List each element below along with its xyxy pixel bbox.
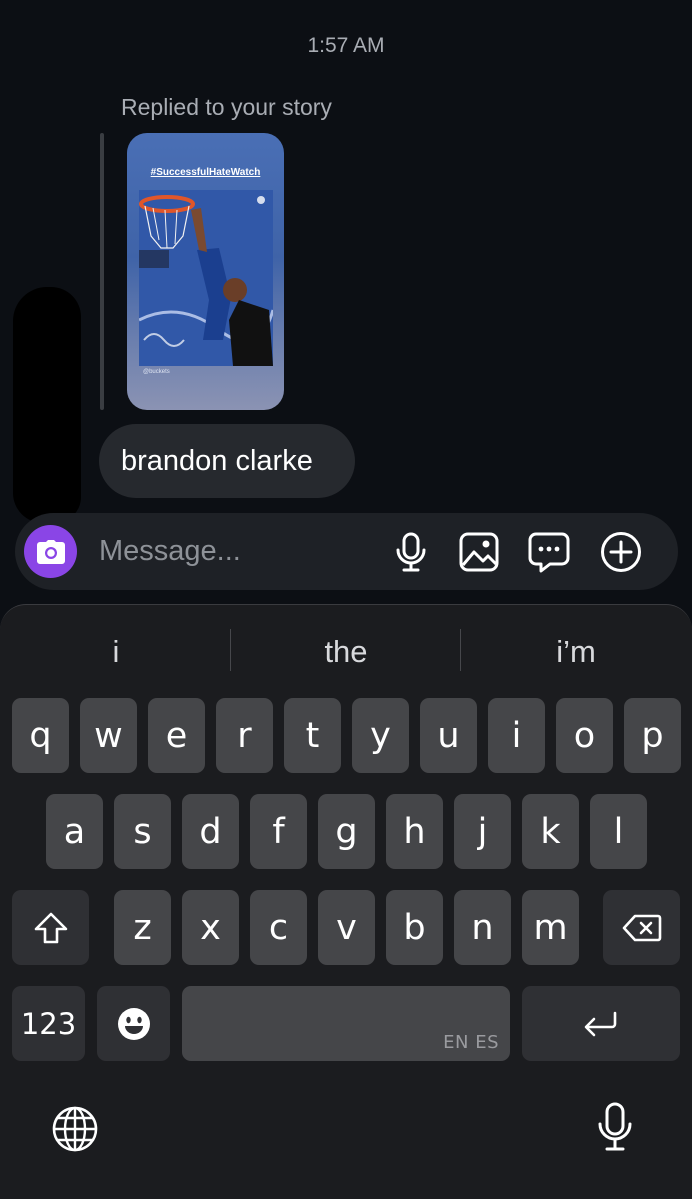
key-g[interactable]: g [318,794,375,869]
return-key[interactable] [522,986,680,1061]
image-icon [459,532,499,572]
reply-bar [100,133,104,410]
key-c[interactable]: c [250,890,307,965]
shift-icon [34,912,67,943]
message-bubble[interactable]: brandon clarke [99,424,355,498]
more-button[interactable] [599,530,643,574]
timestamp: 1:57 AM [307,34,385,57]
delete-key[interactable] [603,890,680,965]
story-hashtag: #SuccessfulHateWatch [150,167,261,178]
key-x[interactable]: x [182,890,239,965]
gallery-button[interactable] [457,530,501,574]
key-p[interactable]: p [624,698,681,773]
space-key[interactable]: EN ES [182,986,510,1061]
sticker-chat-icon [528,532,570,573]
return-icon [584,1011,617,1036]
dictation-mic-icon [598,1102,632,1151]
keyboard: i the i’m q w e r t y u i o p a s d f g … [0,604,692,1199]
key-t[interactable]: t [284,698,341,773]
key-v[interactable]: v [318,890,375,965]
key-a[interactable]: a [46,794,103,869]
redacted-avatar [13,287,81,523]
globe-icon [52,1106,98,1152]
sticker-button[interactable] [527,530,571,574]
story-photo [139,190,273,366]
emoji-icon [117,1007,150,1040]
key-z[interactable]: z [114,890,171,965]
key-i[interactable]: i [488,698,545,773]
story-credit: @buckets [143,369,170,375]
key-m[interactable]: m [522,890,579,965]
reply-label: Replied to your story [121,94,332,120]
numbers-key[interactable]: 123 [12,986,85,1061]
key-r[interactable]: r [216,698,273,773]
key-s[interactable]: s [114,794,171,869]
camera-icon [36,539,65,564]
key-h[interactable]: h [386,794,443,869]
microphone-icon [396,532,426,572]
plus-circle-icon [601,532,641,572]
dictation-button[interactable] [590,1099,640,1155]
key-b[interactable]: b [386,890,443,965]
key-q[interactable]: q [12,698,69,773]
suggestion-3[interactable]: i’m [461,629,691,675]
suggestion-1[interactable]: i [1,629,231,675]
backspace-icon [622,914,661,941]
key-e[interactable]: e [148,698,205,773]
key-j[interactable]: j [454,794,511,869]
key-u[interactable]: u [420,698,477,773]
key-k[interactable]: k [522,794,579,869]
key-n[interactable]: n [454,890,511,965]
shift-key[interactable] [12,890,89,965]
camera-button[interactable] [24,525,77,578]
key-o[interactable]: o [556,698,613,773]
story-thumbnail[interactable]: #SuccessfulHateWatch @buckets [127,133,284,410]
key-d[interactable]: d [182,794,239,869]
message-input[interactable] [99,528,379,574]
key-w[interactable]: w [80,698,137,773]
space-language-label: EN ES [443,1032,499,1053]
emoji-key[interactable] [97,986,170,1061]
message-composer [15,513,678,590]
key-l[interactable]: l [590,794,647,869]
suggestion-2[interactable]: the [231,629,461,675]
voice-message-button[interactable] [389,530,433,574]
key-f[interactable]: f [250,794,307,869]
key-y[interactable]: y [352,698,409,773]
globe-button[interactable] [50,1101,100,1157]
